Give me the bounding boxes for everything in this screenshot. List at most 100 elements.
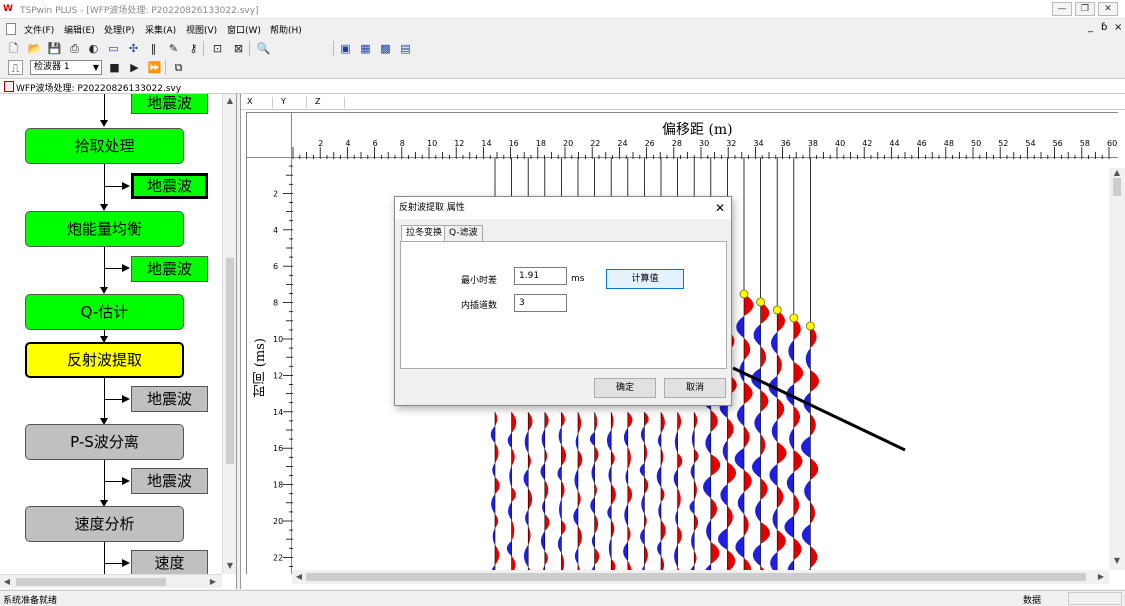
- ok-button[interactable]: 确定: [594, 378, 656, 398]
- x-axis-ruler: 偏移距 (m) 2 4 6 8 10 12 14 16 18 20 22 24 26 28 30 32 34 36…: [292, 112, 1118, 159]
- first-break-pick[interactable]: [806, 321, 815, 331]
- x-tick-label: 10: [427, 139, 437, 148]
- min-time-diff-input[interactable]: 1.91: [514, 267, 567, 285]
- stop-icon[interactable]: ■: [107, 60, 122, 75]
- seismic-horizontal-scrollbar[interactable]: ◀ ▶: [292, 570, 1109, 584]
- flow-step-shot-balance[interactable]: 炮能量均衡: [25, 211, 184, 247]
- menu-bar: 文件(F) 编辑(E) 处理(P) 采集(A) 视图(V) 窗口(W) 帮助(H…: [0, 19, 1125, 39]
- compute-button[interactable]: 计算值: [606, 269, 684, 289]
- flow-horizontal-scrollbar[interactable]: ◀ ▶: [0, 574, 222, 588]
- chevron-down-icon: ▼: [92, 63, 99, 72]
- open-folder-icon[interactable]: 📂: [27, 41, 42, 56]
- fast-forward-icon[interactable]: ⏩: [147, 60, 162, 75]
- scroll-left-icon[interactable]: ◀: [292, 572, 306, 581]
- survey-file-icon: [4, 81, 14, 92]
- first-break-pick[interactable]: [789, 313, 799, 323]
- flow-data-top[interactable]: 地震波: [131, 94, 208, 114]
- columns-icon[interactable]: ‖: [146, 41, 161, 56]
- y-tick-label: 2: [273, 189, 278, 198]
- x-axis-ticks: 2 4 6 8 10 12 14 16 18 20 22 24 26 28 30 32 34 36 38 40 42 44…: [292, 139, 1117, 159]
- flow-data-pick[interactable]: 地震波: [131, 173, 208, 199]
- x-tick-label: 22: [590, 139, 600, 148]
- x-tick-label: 16: [509, 139, 519, 148]
- document-tab[interactable]: WFP波场处理: P20220826133022.svy: [0, 78, 1125, 94]
- print-preview-icon[interactable]: ◐: [86, 41, 101, 56]
- detector-icon[interactable]: ⎍: [8, 60, 23, 75]
- interp-count-input[interactable]: 3: [514, 294, 567, 312]
- network-icon[interactable]: ✣: [126, 41, 141, 56]
- reflection-line[interactable]: [732, 366, 906, 452]
- document-icon[interactable]: [6, 23, 16, 35]
- tool-b-icon[interactable]: ▦: [358, 41, 373, 56]
- x-tick-label: 34: [753, 139, 763, 148]
- y-tick-label: 20: [273, 517, 283, 526]
- menu-file[interactable]: 文件(F): [24, 23, 54, 36]
- tab-q-filter[interactable]: Q-滤波: [444, 225, 483, 241]
- scroll-left-icon[interactable]: ◀: [0, 577, 14, 586]
- x-tick-label: 32: [726, 139, 736, 148]
- scroll-right-icon[interactable]: ▶: [206, 577, 220, 586]
- x-tick-label: 50: [971, 139, 981, 148]
- first-break-pick[interactable]: [739, 289, 749, 299]
- x-tick-label: 2: [318, 139, 323, 148]
- new-file-icon[interactable]: 🗋: [6, 41, 21, 56]
- edit-image-icon[interactable]: ⊡: [210, 41, 225, 56]
- tool-a-icon[interactable]: ▣: [338, 41, 353, 56]
- first-break-pick[interactable]: [756, 297, 766, 307]
- flow-data-ps-separation[interactable]: 地震波: [131, 468, 208, 494]
- x-tick-label: 24: [617, 139, 627, 148]
- seismic-vertical-scrollbar[interactable]: ▲ ▼: [1109, 168, 1125, 570]
- menu-window[interactable]: 窗口(W): [227, 23, 261, 36]
- tool-d-icon[interactable]: ▤: [398, 41, 413, 56]
- menu-help[interactable]: 帮助(H): [270, 23, 302, 36]
- flow-data-reflection[interactable]: 地震波: [131, 386, 208, 412]
- print-icon[interactable]: ⎙: [67, 41, 82, 56]
- cancel-button[interactable]: 取消: [664, 378, 726, 398]
- scroll-down-icon[interactable]: ▼: [223, 561, 236, 570]
- image-tool-icon[interactable]: ⊠: [231, 41, 246, 56]
- flow-step-reflection[interactable]: 反射波提取: [25, 342, 184, 378]
- processing-flow-panel: 地震波 拾取处理 地震波 炮能量均衡 地震波 Q-估计 反射波提取 地震波 P-…: [0, 94, 237, 589]
- key-icon[interactable]: ⚷: [186, 41, 201, 56]
- mdi-restore-button[interactable]: ɓ: [1101, 22, 1107, 33]
- properties-icon[interactable]: ⧉: [171, 60, 186, 75]
- menu-acquire[interactable]: 采集(A): [145, 23, 176, 36]
- x-tick-label: 48: [944, 139, 954, 148]
- minimize-button[interactable]: —: [1052, 2, 1072, 16]
- scroll-right-icon[interactable]: ▶: [1094, 572, 1108, 581]
- close-button[interactable]: ✕: [1098, 2, 1118, 16]
- flow-data-velocity[interactable]: 速度: [131, 550, 208, 576]
- flow-step-pick[interactable]: 拾取处理: [25, 128, 184, 164]
- wand-icon[interactable]: ✎: [166, 41, 181, 56]
- mdi-close-button[interactable]: ×: [1114, 22, 1122, 33]
- restore-button[interactable]: ❐: [1075, 2, 1095, 16]
- x-tick-label: 54: [1025, 139, 1035, 148]
- x-tick-label: 14: [481, 139, 491, 148]
- x-tick-label: 18: [536, 139, 546, 148]
- mdi-minimize-button[interactable]: _: [1088, 22, 1093, 33]
- first-break-pick[interactable]: [772, 305, 782, 315]
- scroll-up-icon[interactable]: ▲: [1110, 168, 1124, 177]
- tab-radon-transform[interactable]: 拉冬变换: [401, 225, 448, 242]
- flow-vertical-scrollbar[interactable]: ▲ ▼: [222, 94, 236, 574]
- y-tick-label: 8: [273, 299, 278, 308]
- seismic-trace: [784, 158, 804, 570]
- flow-data-shot-balance[interactable]: 地震波: [131, 256, 208, 282]
- save-icon[interactable]: 💾: [47, 41, 62, 56]
- tool-c-icon[interactable]: ▩: [378, 41, 393, 56]
- menu-process[interactable]: 处理(P): [104, 23, 134, 36]
- zoom-icon[interactable]: 🔍: [256, 41, 271, 56]
- dialog-close-icon[interactable]: ✕: [715, 201, 725, 215]
- menu-edit[interactable]: 编辑(E): [64, 23, 95, 36]
- flow-step-ps-separation[interactable]: P-S波分离: [25, 424, 184, 460]
- scroll-down-icon[interactable]: ▼: [1110, 556, 1124, 565]
- window-icon[interactable]: ▭: [106, 41, 121, 56]
- min-time-diff-label: 最小时差: [461, 276, 498, 286]
- detector-select[interactable]: 检波器 1 ▼: [30, 60, 102, 75]
- menu-view[interactable]: 视图(V): [186, 23, 217, 36]
- scroll-up-icon[interactable]: ▲: [223, 96, 236, 105]
- play-icon[interactable]: ▶: [127, 60, 142, 75]
- flow-step-velocity[interactable]: 速度分析: [25, 506, 184, 542]
- seismic-trace: [734, 158, 754, 570]
- flow-step-q-estimate[interactable]: Q-估计: [25, 294, 184, 330]
